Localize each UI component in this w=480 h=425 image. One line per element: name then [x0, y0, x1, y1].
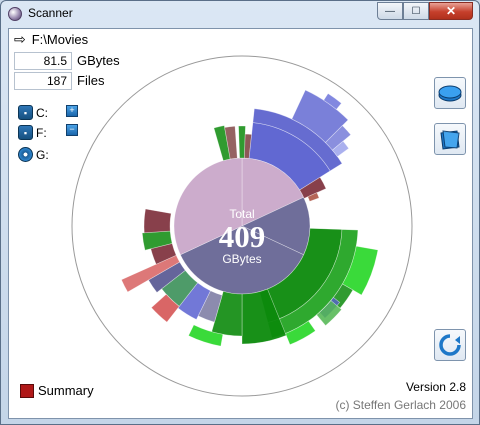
drive-c[interactable]: ▪ C:	[18, 105, 48, 120]
close-button[interactable]: ✕	[429, 2, 473, 20]
hard-drive-icon: ▪	[18, 125, 33, 140]
drive-label: C:	[36, 105, 48, 120]
version-text: Version 2.8	[405, 380, 466, 394]
drive-f[interactable]: ▪ F:	[18, 125, 47, 140]
arrow-right-icon: ⇨	[14, 31, 26, 47]
folder-icon	[440, 130, 460, 150]
summary-checkbox[interactable]	[20, 383, 34, 398]
center-unit: GBytes	[222, 252, 261, 266]
app-icon	[8, 7, 22, 21]
drive-label: G:	[36, 147, 49, 162]
drive-g[interactable]: G:	[18, 147, 49, 162]
disk-icon	[438, 85, 462, 102]
sunburst-chart[interactable]: Total 409 GBytes	[64, 54, 424, 399]
refresh-icon	[439, 334, 461, 356]
client-area: ⇨ F:\Movies 81.5 GBytes 187 Files ▪ C: +…	[8, 28, 473, 419]
folder-button[interactable]	[434, 123, 466, 155]
minimize-button[interactable]: —	[377, 2, 403, 20]
cd-drive-icon	[18, 147, 33, 162]
hard-drive-icon: ▪	[18, 105, 33, 120]
summary-label: Summary	[38, 383, 94, 398]
refresh-button[interactable]	[434, 329, 466, 361]
center-value: 409	[219, 219, 266, 254]
minimize-icon: —	[385, 5, 395, 17]
maximize-icon: ☐	[411, 5, 421, 17]
scanner-window: Scanner — ☐ ✕ ⇨ F:\Movies 81.5 GBytes 18…	[0, 0, 480, 425]
current-path: F:\Movies	[31, 32, 89, 47]
ring-segment[interactable]	[143, 208, 172, 234]
summary-toggle[interactable]: Summary	[20, 383, 94, 398]
title-bar[interactable]: Scanner — ☐ ✕	[1, 1, 479, 27]
copyright-text: (c) Steffen Gerlach 2006	[335, 398, 466, 412]
close-icon: ✕	[445, 4, 457, 18]
drive-label: F:	[36, 125, 47, 140]
disk-button[interactable]	[434, 77, 466, 109]
maximize-button[interactable]: ☐	[403, 2, 429, 20]
path-row[interactable]: ⇨ F:\Movies	[14, 31, 88, 48]
window-controls: — ☐ ✕	[377, 2, 473, 20]
window-title: Scanner	[28, 6, 73, 20]
